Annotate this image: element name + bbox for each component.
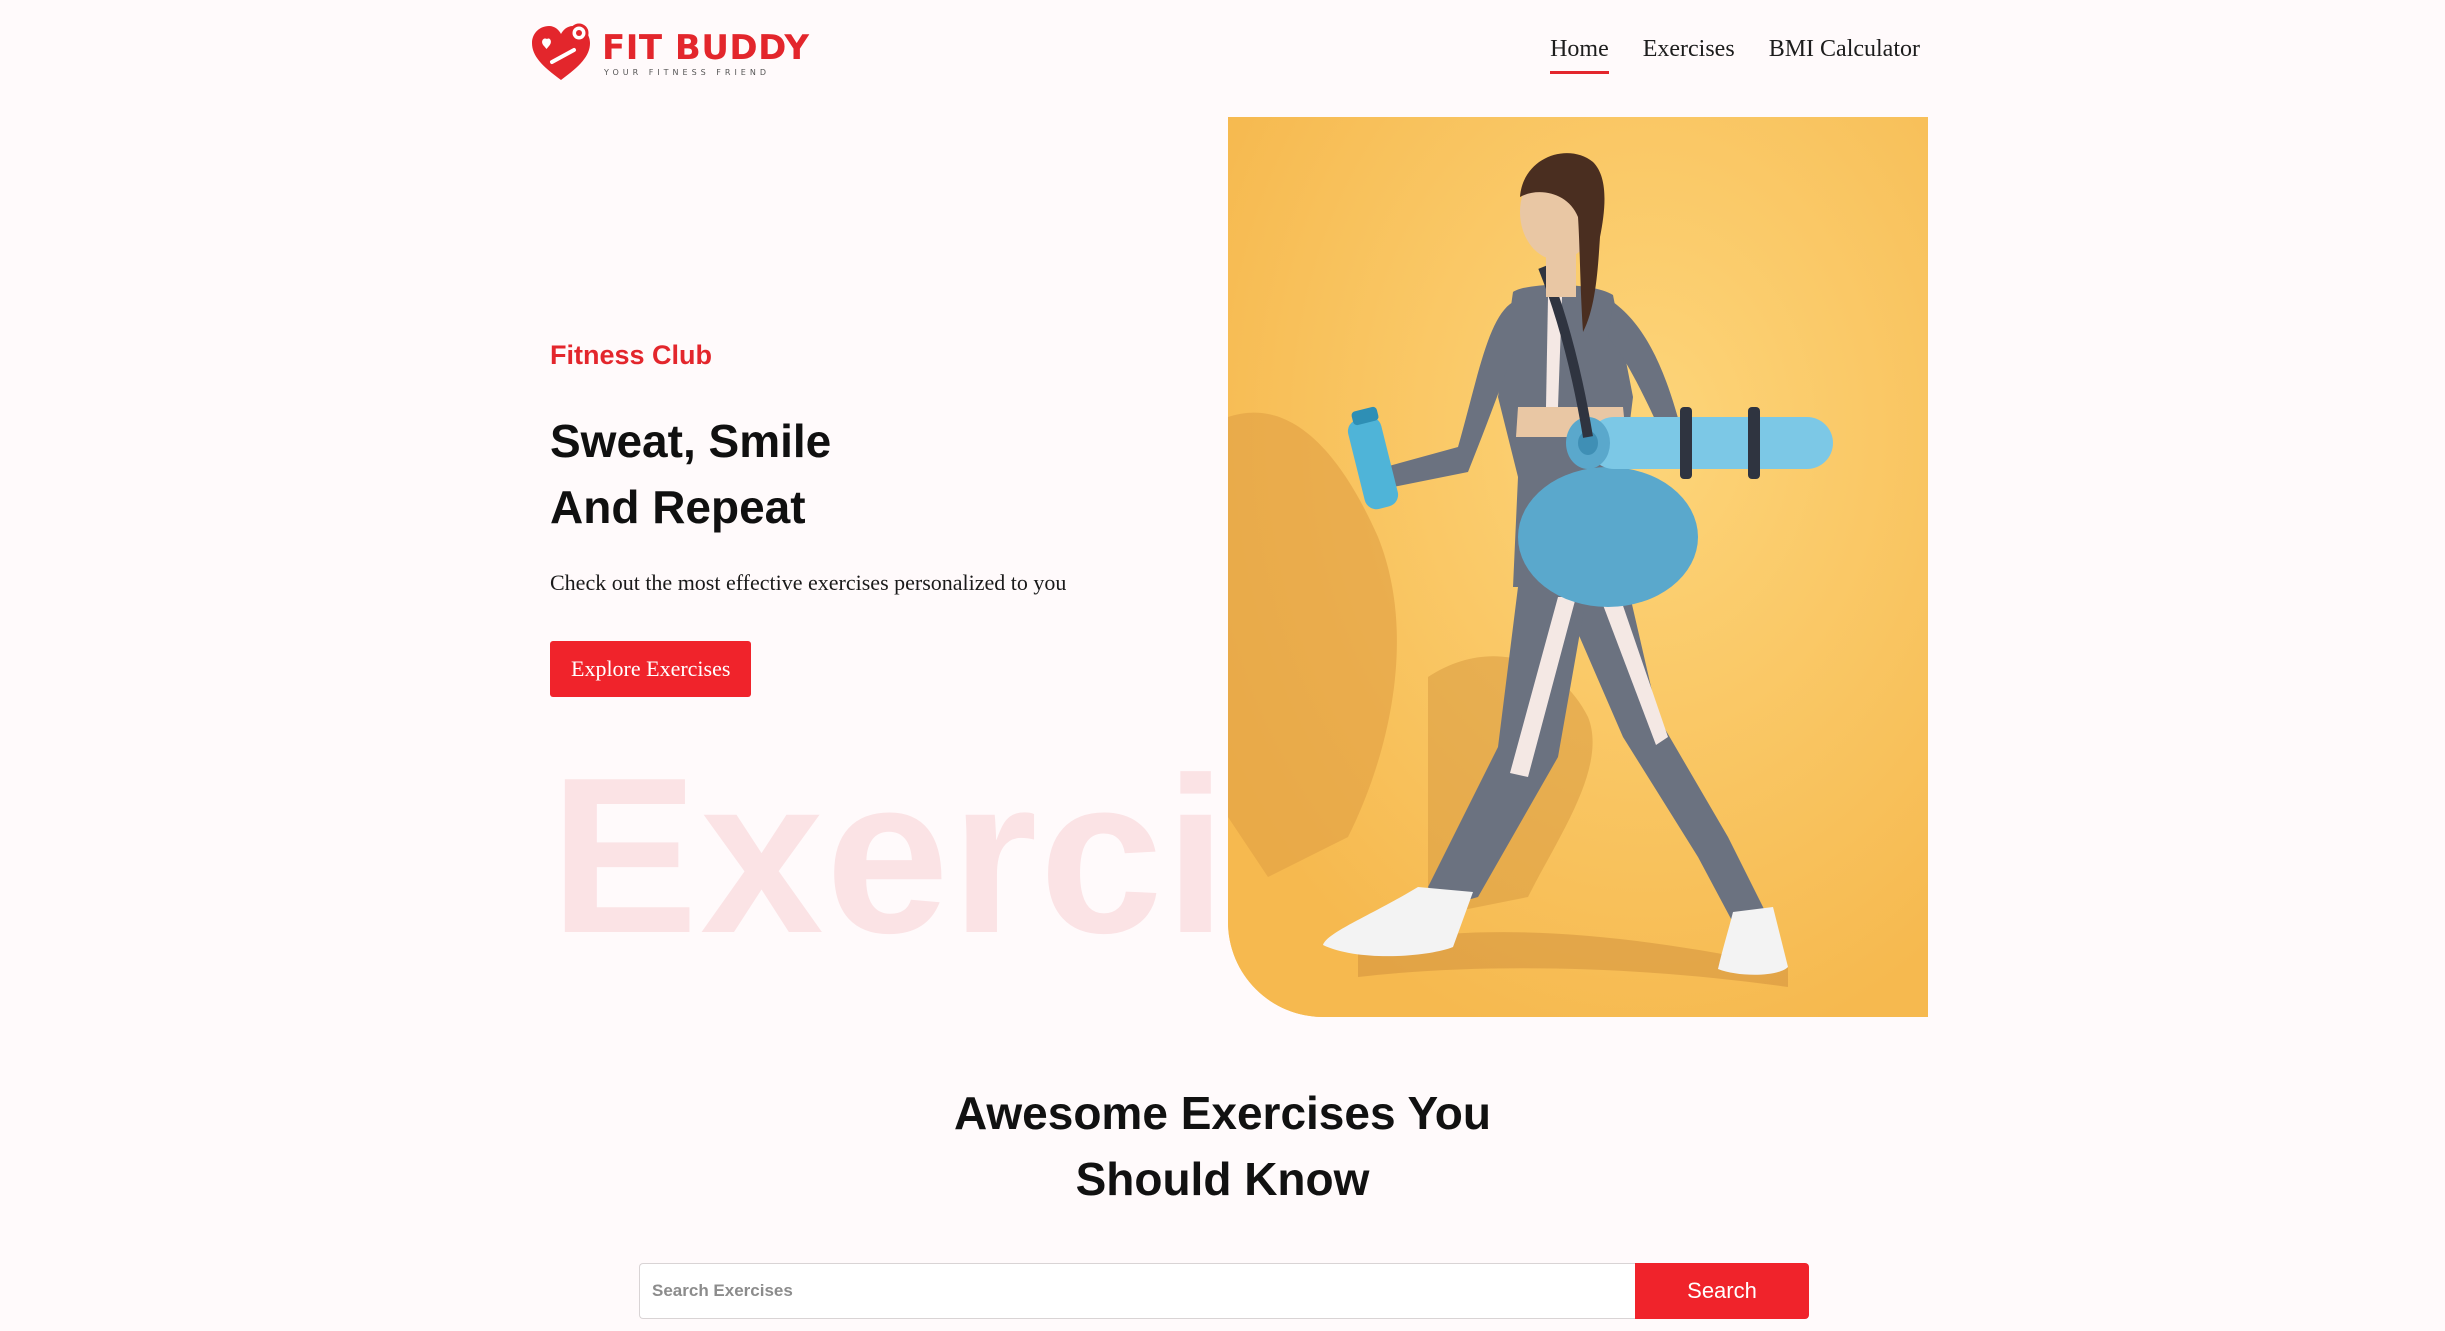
section-heading-line-2: Should Know bbox=[1075, 1153, 1370, 1205]
logo-link[interactable]: FIT BUDDY YOUR FITNESS FRIEND bbox=[530, 22, 810, 84]
hero-heading: Sweat, Smile And Repeat bbox=[550, 408, 1066, 540]
hero-content: Fitness Club Sweat, Smile And Repeat Che… bbox=[550, 340, 1066, 697]
hero-heading-line-1: Sweat, Smile bbox=[550, 415, 832, 467]
brand-name: FIT BUDDY bbox=[602, 28, 810, 68]
search-button[interactable]: Search bbox=[1635, 1263, 1809, 1319]
hero-subtext: Check out the most effective exercises p… bbox=[550, 570, 1067, 595]
hero-banner-image bbox=[1228, 117, 1928, 1017]
main-nav: Home Exercises BMI Calculator bbox=[1550, 36, 1920, 74]
hero-heading-line-2: And Repeat bbox=[550, 481, 806, 533]
brand-tagline: YOUR FITNESS FRIEND bbox=[604, 68, 771, 77]
heart-dumbbell-logo-icon bbox=[530, 22, 592, 84]
exercises-section-heading: Awesome Exercises You Should Know bbox=[0, 1080, 2445, 1212]
nav-item-exercises[interactable]: Exercises bbox=[1643, 36, 1735, 74]
exercise-search-bar: Search bbox=[639, 1263, 1809, 1319]
nav-item-home[interactable]: Home bbox=[1550, 36, 1609, 74]
search-exercises-input[interactable] bbox=[639, 1263, 1635, 1319]
nav-item-bmi-calculator[interactable]: BMI Calculator bbox=[1769, 36, 1920, 74]
hero-kicker: Fitness Club bbox=[550, 340, 713, 370]
section-heading-line-1: Awesome Exercises You bbox=[954, 1087, 1491, 1139]
explore-exercises-button[interactable]: Explore Exercises bbox=[550, 641, 752, 697]
